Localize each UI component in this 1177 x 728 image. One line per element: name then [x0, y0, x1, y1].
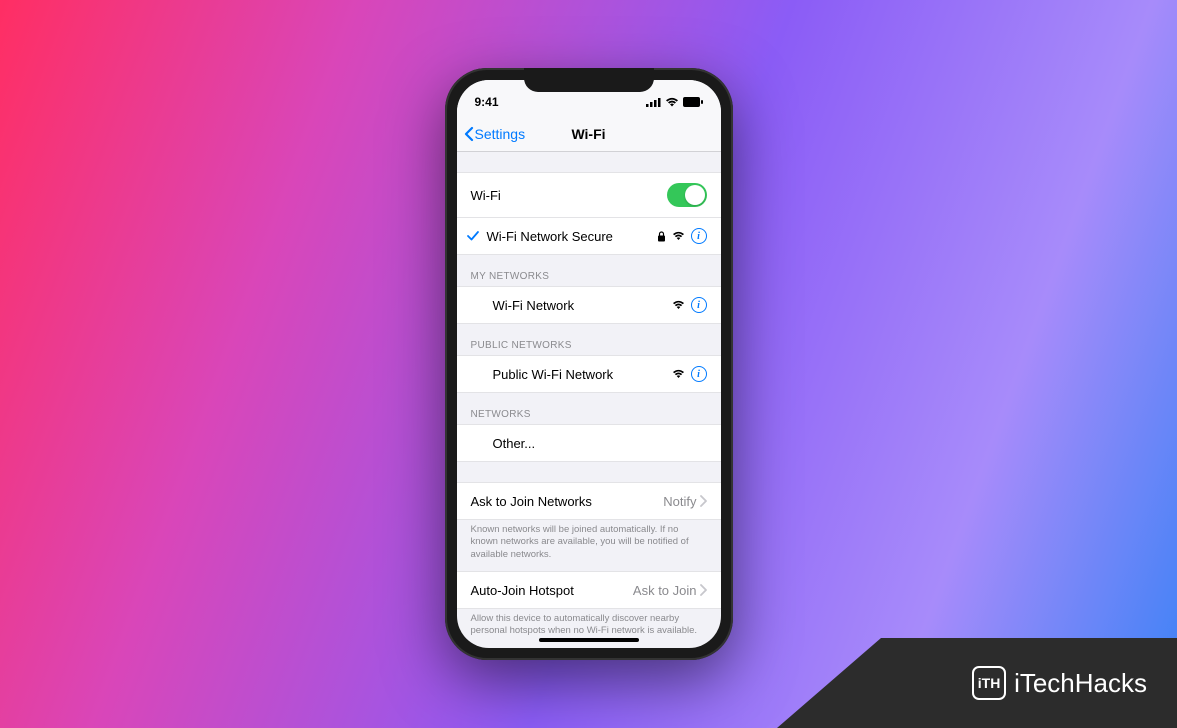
wifi-strength-icon [672, 231, 685, 241]
back-button[interactable]: Settings [457, 126, 526, 142]
screen: 9:41 Settings Wi-Fi Wi-Fi [457, 80, 721, 648]
public-networks-header: PUBLIC NETWORKS [457, 324, 721, 355]
public-networks-group: Public Wi-Fi Network i [457, 355, 721, 393]
wifi-icon [665, 97, 679, 107]
auto-hotspot-row[interactable]: Auto-Join Hotspot Ask to Join [457, 572, 721, 608]
watermark: iTH iTechHacks [777, 638, 1177, 728]
other-network-row[interactable]: Other... [457, 425, 721, 461]
auto-hotspot-value: Ask to Join [633, 583, 697, 598]
connected-network-row[interactable]: Wi-Fi Network Secure i [457, 218, 721, 254]
my-networks-header: MY NETWORKS [457, 255, 721, 286]
watermark-brand: iTechHacks [1014, 668, 1147, 699]
other-label: Other... [493, 436, 707, 451]
ask-join-group: Ask to Join Networks Notify [457, 482, 721, 520]
status-indicators [646, 97, 703, 107]
nav-title: Wi-Fi [571, 126, 605, 142]
notch [524, 68, 654, 92]
networks-header: NETWORKS [457, 393, 721, 424]
wifi-toggle-row[interactable]: Wi-Fi [457, 173, 721, 218]
chevron-left-icon [463, 126, 475, 142]
other-networks-group: Other... [457, 424, 721, 462]
signal-icon [646, 97, 661, 107]
connected-network-name: Wi-Fi Network Secure [487, 229, 657, 244]
battery-icon [683, 97, 703, 107]
info-icon[interactable]: i [691, 366, 707, 382]
home-indicator[interactable] [539, 638, 639, 642]
nav-bar: Settings Wi-Fi [457, 116, 721, 152]
checkmark-icon [465, 229, 481, 243]
ask-join-footer: Known networks will be joined automatica… [457, 520, 721, 571]
ask-join-value: Notify [663, 494, 696, 509]
wifi-strength-icon [672, 300, 685, 310]
wifi-toggle-label: Wi-Fi [471, 188, 667, 203]
network-name: Wi-Fi Network [493, 298, 672, 313]
chevron-right-icon [699, 495, 707, 507]
status-time: 9:41 [475, 95, 499, 109]
ask-join-label: Ask to Join Networks [471, 494, 664, 509]
network-name: Public Wi-Fi Network [493, 367, 672, 382]
network-row[interactable]: Public Wi-Fi Network i [457, 356, 721, 392]
wifi-toggle[interactable] [667, 183, 707, 207]
wifi-group: Wi-Fi Wi-Fi Network Secure i [457, 172, 721, 255]
lock-icon [657, 231, 666, 242]
info-icon[interactable]: i [691, 297, 707, 313]
my-networks-group: Wi-Fi Network i [457, 286, 721, 324]
chevron-right-icon [699, 584, 707, 596]
auto-hotspot-group: Auto-Join Hotspot Ask to Join [457, 571, 721, 609]
content: Wi-Fi Wi-Fi Network Secure i MY NETWORKS [457, 172, 721, 648]
auto-hotspot-label: Auto-Join Hotspot [471, 583, 633, 598]
phone-frame: 9:41 Settings Wi-Fi Wi-Fi [445, 68, 733, 660]
info-icon[interactable]: i [691, 228, 707, 244]
wifi-strength-icon [672, 369, 685, 379]
ask-join-row[interactable]: Ask to Join Networks Notify [457, 483, 721, 519]
back-label: Settings [475, 126, 526, 142]
network-row[interactable]: Wi-Fi Network i [457, 287, 721, 323]
watermark-logo: iTH [972, 666, 1006, 700]
